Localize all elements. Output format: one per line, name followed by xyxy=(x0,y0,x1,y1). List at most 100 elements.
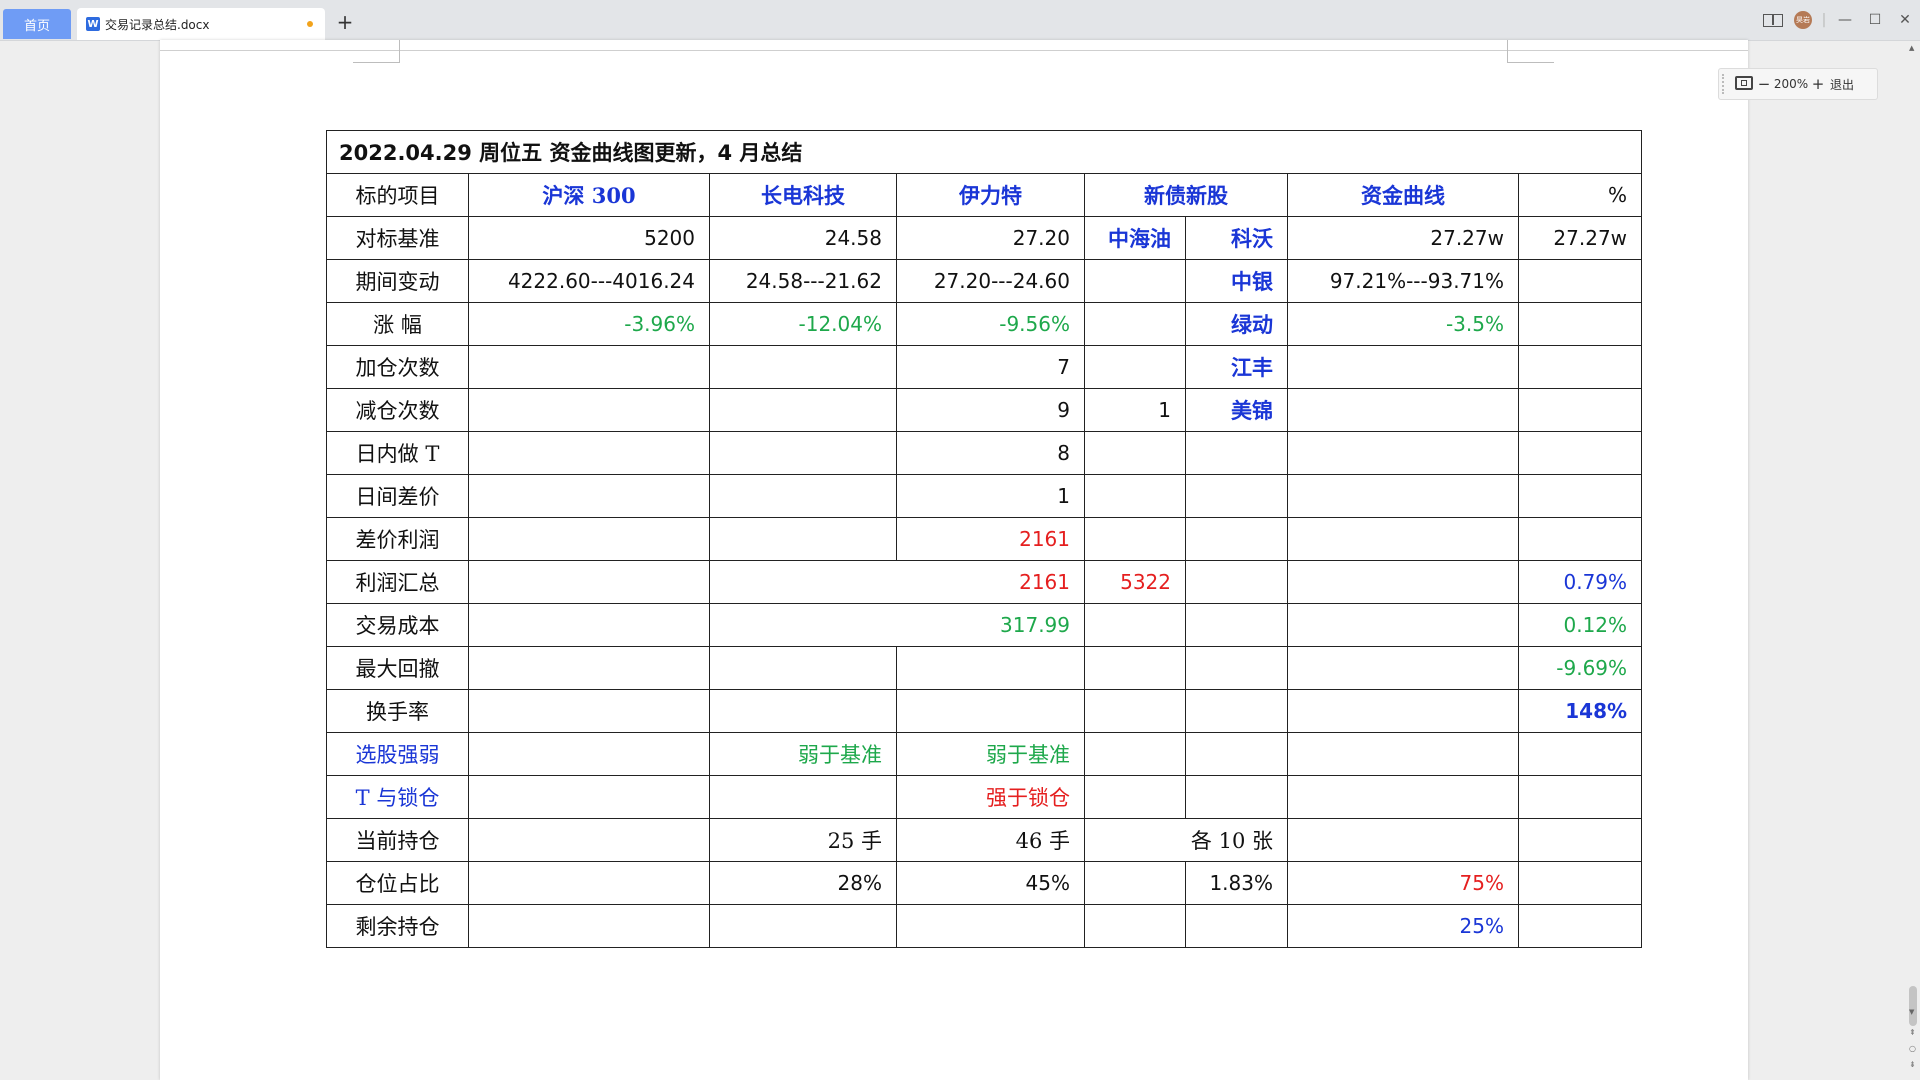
table-cell xyxy=(468,818,710,862)
header-cell: 新债新股 xyxy=(1084,173,1288,217)
table-cell xyxy=(468,861,710,905)
header-cell: % xyxy=(1517,173,1643,217)
table-cell xyxy=(468,904,710,948)
table-cell xyxy=(1185,517,1288,561)
table-cell xyxy=(1517,302,1643,346)
bond-name: 中海油 xyxy=(1084,216,1186,260)
zoom-toolbar: − 200% + 退出 xyxy=(1718,68,1878,100)
tab-home[interactable]: 首页 xyxy=(3,9,71,39)
table-cell: -12.04% xyxy=(709,302,897,346)
zoom-in-button[interactable]: + xyxy=(1810,75,1826,93)
table-row: 交易成本 317.99 0.12% xyxy=(326,603,1643,647)
table-cell xyxy=(468,474,710,518)
table-cell: 97.21%---93.71% xyxy=(1287,259,1519,303)
table-cell: 7 xyxy=(896,345,1085,389)
row-label: 加仓次数 xyxy=(326,345,469,389)
table-cell xyxy=(1287,560,1519,604)
next-page-icon[interactable]: ⇟ xyxy=(1909,1060,1916,1069)
close-icon: ✕ xyxy=(1899,12,1911,28)
fit-page-icon[interactable] xyxy=(1734,75,1756,93)
table-cell: 25% xyxy=(1287,904,1519,948)
exit-zoom-button[interactable]: 退出 xyxy=(1830,76,1854,93)
table-cell: -3.96% xyxy=(468,302,710,346)
table-cell xyxy=(709,474,897,518)
table-cell xyxy=(1185,603,1288,647)
tab-document-title: 交易记录总结.docx xyxy=(105,17,210,32)
table-cell: 27.20 xyxy=(896,216,1085,260)
table-cell xyxy=(709,431,897,475)
table-cell: 8 xyxy=(896,431,1085,475)
page-select-icon[interactable]: ○ xyxy=(1909,1044,1916,1053)
table-cell: -3.5% xyxy=(1287,302,1519,346)
row-label: 换手率 xyxy=(326,689,469,733)
table-cell xyxy=(1287,689,1519,733)
table-cell xyxy=(468,517,710,561)
close-button[interactable]: ✕ xyxy=(1890,8,1920,32)
table-row: 利润汇总 2161 5322 0.79% xyxy=(326,560,1643,604)
table-cell xyxy=(1517,431,1643,475)
table-cell xyxy=(1084,689,1186,733)
row-label: 交易成本 xyxy=(326,603,469,647)
scroll-thumb[interactable] xyxy=(1909,986,1917,1026)
table-cell xyxy=(1287,345,1519,389)
window-controls: 昊岩 | — ☐ ✕ xyxy=(1758,8,1920,32)
zoom-out-button[interactable]: − xyxy=(1756,75,1772,93)
table-row: T 与锁仓 强于锁仓 xyxy=(326,775,1643,819)
table-cell: 148% xyxy=(1517,689,1643,733)
vertical-scrollbar[interactable]: ▲ ▼ ⇞ ○ ⇟ xyxy=(1906,40,1920,1080)
table-cell xyxy=(1185,904,1288,948)
table-row: 涨 幅 -3.96% -12.04% -9.56% 绿动 -3.5% xyxy=(326,302,1643,346)
table-cell xyxy=(1185,560,1288,604)
table-row: 2022.04.29 周位五 资金曲线图更新，4 月总结 xyxy=(325,130,1643,174)
table-cell: 2161 xyxy=(709,560,1085,604)
tab-document[interactable]: W 交易记录总结.docx xyxy=(77,8,325,40)
table-cell xyxy=(1084,861,1186,905)
table-cell: 5200 xyxy=(468,216,710,260)
maximize-button[interactable]: ☐ xyxy=(1860,8,1890,32)
table-cell xyxy=(468,646,710,690)
table-cell xyxy=(1185,431,1288,475)
table-cell: 5322 xyxy=(1084,560,1186,604)
drag-handle[interactable] xyxy=(1722,74,1730,94)
minimize-button[interactable]: — xyxy=(1830,8,1860,32)
table-cell xyxy=(709,775,897,819)
bond-name: 绿动 xyxy=(1185,302,1288,346)
table-row: 对标基准 5200 24.58 27.20 中海油 科沃 27.27w 27.2… xyxy=(326,216,1643,260)
table-cell: 27.20---24.60 xyxy=(896,259,1085,303)
table-cell xyxy=(468,689,710,733)
table-row: 日间差价 1 xyxy=(326,474,1643,518)
table-cell xyxy=(1287,388,1519,432)
table-cell xyxy=(468,431,710,475)
row-label: 当前持仓 xyxy=(326,818,469,862)
table-cell: 75% xyxy=(1287,861,1519,905)
table-cell: 24.58---21.62 xyxy=(709,259,897,303)
table-cell: 9 xyxy=(896,388,1085,432)
table-cell xyxy=(1517,517,1643,561)
table-cell xyxy=(1185,775,1288,819)
table-row: 最大回撤 -9.69% xyxy=(326,646,1643,690)
table-cell xyxy=(1084,646,1186,690)
zoom-level[interactable]: 200% xyxy=(1772,77,1810,91)
table-cell xyxy=(468,345,710,389)
table-cell: 45% xyxy=(896,861,1085,905)
table-cell xyxy=(1084,603,1186,647)
account-button[interactable]: 昊岩 xyxy=(1788,8,1818,32)
table-cell xyxy=(1084,775,1186,819)
scroll-down-icon[interactable]: ▼ xyxy=(1909,1008,1914,1016)
prev-page-icon[interactable]: ⇞ xyxy=(1909,1028,1916,1037)
trade-summary-table: 2022.04.29 周位五 资金曲线图更新，4 月总结 标的项目 沪深 300… xyxy=(325,130,1643,948)
table-title: 2022.04.29 周位五 资金曲线图更新，4 月总结 xyxy=(325,130,1643,174)
reading-mode-button[interactable] xyxy=(1758,8,1788,32)
table-cell: 0.79% xyxy=(1517,560,1643,604)
scroll-up-icon[interactable]: ▲ xyxy=(1909,44,1914,52)
table-cell xyxy=(1287,732,1519,776)
row-label: 最大回撤 xyxy=(326,646,469,690)
table-cell: 24.58 xyxy=(709,216,897,260)
table-cell xyxy=(1287,775,1519,819)
table-cell xyxy=(896,904,1085,948)
row-label: 选股强弱 xyxy=(326,732,469,776)
table-cell xyxy=(1517,732,1643,776)
new-tab-button[interactable]: + xyxy=(334,10,356,34)
row-label: 剩余持仓 xyxy=(326,904,469,948)
table-cell xyxy=(1287,818,1519,862)
